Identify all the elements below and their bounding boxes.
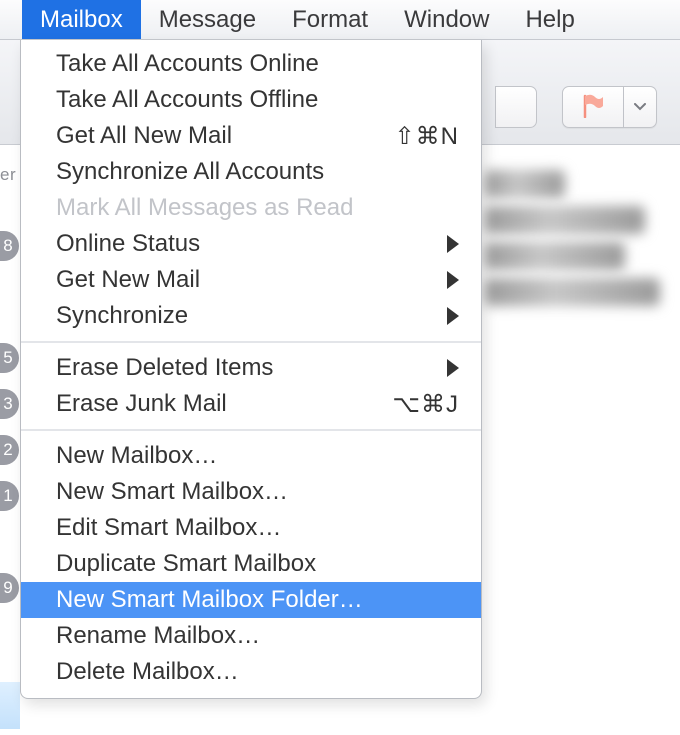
menu-item-get-all-new-mail[interactable]: Get All New Mail ⇧⌘N bbox=[21, 118, 481, 154]
menu-item-label: Online Status bbox=[56, 230, 447, 258]
menu-item-duplicate-smart-mailbox[interactable]: Duplicate Smart Mailbox bbox=[21, 546, 481, 582]
menu-help[interactable]: Help bbox=[507, 0, 592, 39]
blurred-row bbox=[485, 170, 565, 198]
menu-separator bbox=[21, 429, 481, 431]
menu-item-shortcut: ⌥⌘J bbox=[392, 390, 459, 419]
menu-item-label: Edit Smart Mailbox… bbox=[56, 514, 459, 542]
flag-dropdown-button[interactable] bbox=[624, 86, 657, 128]
sidebar-badge: 8 bbox=[0, 231, 19, 261]
menu-item-label: Erase Junk Mail bbox=[56, 390, 392, 418]
menu-item-delete-mailbox[interactable]: Delete Mailbox… bbox=[21, 654, 481, 690]
menu-bar: Mailbox Message Format Window Help bbox=[0, 0, 680, 40]
menu-message[interactable]: Message bbox=[141, 0, 274, 39]
menu-item-label: New Smart Mailbox… bbox=[56, 478, 459, 506]
menu-window[interactable]: Window bbox=[386, 0, 507, 39]
menu-item-label: Synchronize bbox=[56, 302, 447, 330]
blurred-row bbox=[485, 242, 625, 270]
blurred-row bbox=[485, 278, 660, 306]
menu-separator bbox=[21, 341, 481, 343]
flag-button[interactable] bbox=[562, 86, 624, 128]
menu-label: Message bbox=[159, 6, 256, 34]
menu-item-shortcut: ⇧⌘N bbox=[395, 122, 459, 151]
menu-mailbox[interactable]: Mailbox bbox=[22, 0, 141, 39]
menu-item-label: Take All Accounts Online bbox=[56, 50, 459, 78]
menu-item-synchronize-all-accounts[interactable]: Synchronize All Accounts bbox=[21, 154, 481, 190]
menu-item-label: Duplicate Smart Mailbox bbox=[56, 550, 459, 578]
menu-format[interactable]: Format bbox=[274, 0, 386, 39]
sidebar-badge: 9 bbox=[0, 573, 19, 603]
menu-item-online-status[interactable]: Online Status bbox=[21, 226, 481, 262]
submenu-arrow-icon bbox=[447, 359, 459, 377]
menu-label: Mailbox bbox=[40, 6, 123, 34]
menu-item-take-all-accounts-offline[interactable]: Take All Accounts Offline bbox=[21, 82, 481, 118]
menu-item-label: Mark All Messages as Read bbox=[56, 194, 459, 222]
sidebar-badge: 3 bbox=[0, 389, 19, 419]
menu-label: Format bbox=[292, 6, 368, 34]
toolbar-button-fragment[interactable] bbox=[495, 86, 537, 128]
submenu-arrow-icon bbox=[447, 271, 459, 289]
menu-item-new-smart-mailbox[interactable]: New Smart Mailbox… bbox=[21, 474, 481, 510]
menu-item-edit-smart-mailbox[interactable]: Edit Smart Mailbox… bbox=[21, 510, 481, 546]
menu-item-label: Erase Deleted Items bbox=[56, 354, 447, 382]
menu-item-rename-mailbox[interactable]: Rename Mailbox… bbox=[21, 618, 481, 654]
sidebar-header-fragment: er bbox=[0, 165, 16, 185]
menu-label: Window bbox=[404, 6, 489, 34]
menu-item-label: Get All New Mail bbox=[56, 122, 395, 150]
menu-item-erase-deleted-items[interactable]: Erase Deleted Items bbox=[21, 350, 481, 386]
submenu-arrow-icon bbox=[447, 307, 459, 325]
menu-item-label: New Mailbox… bbox=[56, 442, 459, 470]
chevron-down-icon bbox=[634, 103, 646, 111]
menu-item-label: Delete Mailbox… bbox=[56, 658, 459, 686]
menu-item-synchronize[interactable]: Synchronize bbox=[21, 298, 481, 334]
app-window: Mailbox Message Format Window Help er 8 … bbox=[0, 0, 680, 735]
flag-icon bbox=[582, 94, 604, 118]
flag-button-group bbox=[562, 86, 657, 128]
blurred-row bbox=[485, 206, 645, 234]
sidebar-selection-peek bbox=[0, 682, 20, 729]
menu-item-new-smart-mailbox-folder[interactable]: New Smart Mailbox Folder… bbox=[21, 582, 481, 618]
menu-item-label: Rename Mailbox… bbox=[56, 622, 459, 650]
menu-item-mark-all-messages-as-read: Mark All Messages as Read bbox=[21, 190, 481, 226]
menu-label: Help bbox=[525, 6, 574, 34]
menu-item-take-all-accounts-online[interactable]: Take All Accounts Online bbox=[21, 46, 481, 82]
menu-item-new-mailbox[interactable]: New Mailbox… bbox=[21, 438, 481, 474]
menu-item-label: Take All Accounts Offline bbox=[56, 86, 459, 114]
sidebar-badge: 5 bbox=[0, 343, 19, 373]
menu-item-label: Get New Mail bbox=[56, 266, 447, 294]
menu-item-label: Synchronize All Accounts bbox=[56, 158, 459, 186]
menu-item-erase-junk-mail[interactable]: Erase Junk Mail ⌥⌘J bbox=[21, 386, 481, 422]
submenu-arrow-icon bbox=[447, 235, 459, 253]
sidebar-badge: 1 bbox=[0, 481, 19, 511]
menu-item-get-new-mail[interactable]: Get New Mail bbox=[21, 262, 481, 298]
sidebar-badge: 2 bbox=[0, 435, 19, 465]
message-list-peek bbox=[485, 170, 665, 314]
mailbox-dropdown-menu: Take All Accounts Online Take All Accoun… bbox=[20, 40, 482, 699]
menu-item-label: New Smart Mailbox Folder… bbox=[56, 586, 459, 614]
sidebar-peek: er 8 5 3 2 1 9 bbox=[0, 145, 20, 735]
